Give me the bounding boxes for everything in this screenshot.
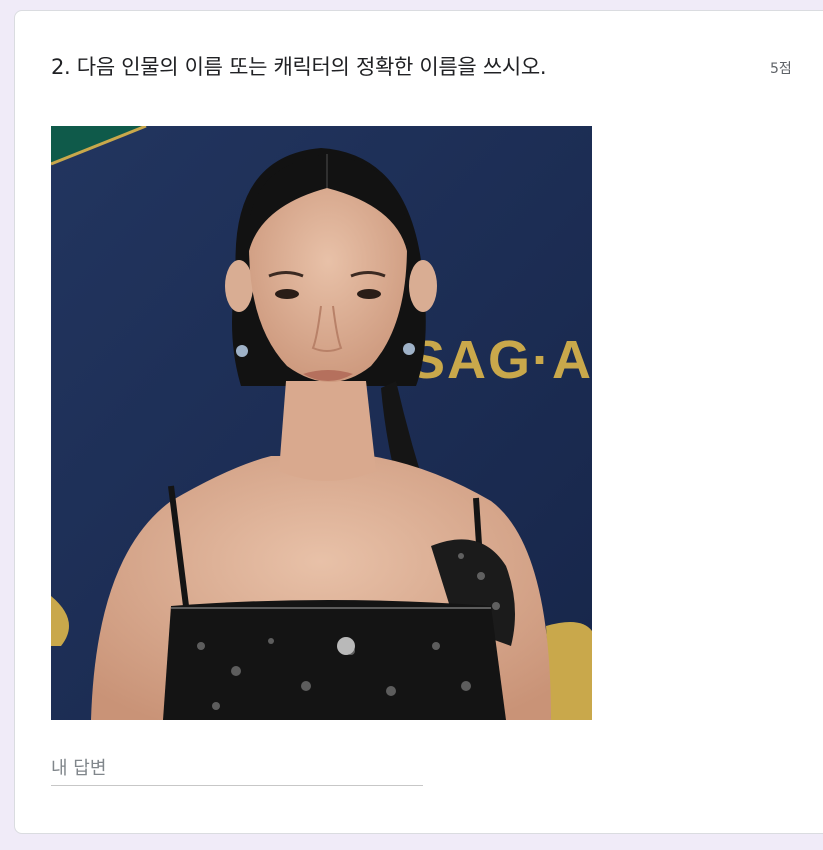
backdrop-text: SAG·AI [409, 330, 592, 390]
question-image: SAG·AI [51, 126, 592, 720]
question-title: 2. 다음 인물의 이름 또는 캐릭터의 정확한 이름을 쓰시오. [51, 55, 547, 79]
question-card: 2. 다음 인물의 이름 또는 캐릭터의 정확한 이름을 쓰시오. 5점 SAG… [14, 10, 823, 834]
answer-input[interactable] [51, 751, 423, 786]
question-points: 5점 [770, 61, 792, 77]
